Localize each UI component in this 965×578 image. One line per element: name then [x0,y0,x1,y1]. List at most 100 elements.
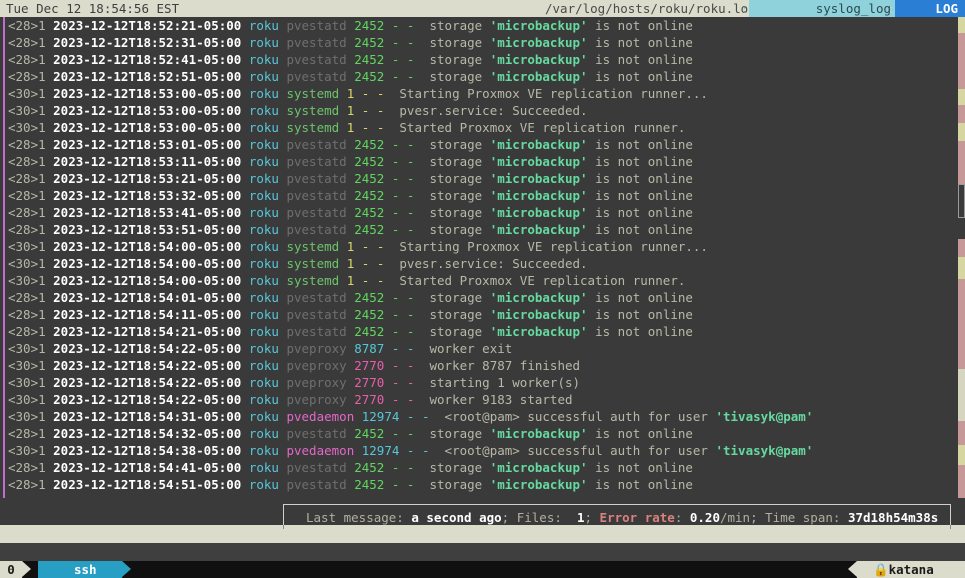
log-timestamp: 2023-12-12T18:54:41-05:00 [53,460,242,475]
error-rate-value: 0.20 [689,510,720,525]
log-space-1 [241,69,249,84]
log-row[interactable]: <28>1 2023-12-12T18:53:21-05:00 roku pve… [0,170,965,187]
log-message-pre: storage [414,307,490,322]
hint-bar: restored session from 6 minutes ago; pre… [0,543,965,577]
log-format-indicator[interactable]: syslog_log [749,0,895,17]
log-space-1 [241,256,249,271]
log-space-4 [384,324,392,339]
log-space-4 [354,120,362,135]
log-priority: <28>1 [8,18,54,33]
log-pid: 2452 [354,426,385,441]
scrollbar-mark [958,465,965,498]
log-message-pre: storage [414,460,490,475]
log-hostname: roku [248,375,279,390]
log-process-name: pvestatd [286,154,347,169]
log-row[interactable]: <28>1 2023-12-12T18:54:32-05:00 roku pve… [0,425,965,442]
log-pid: 2770 [354,392,385,407]
log-structured-data-sep: - - [391,307,415,322]
log-row[interactable]: <28>1 2023-12-12T18:52:51-05:00 roku pve… [0,68,965,85]
log-process-name: pvestatd [286,477,347,492]
log-structured-data-sep: - - [406,409,430,424]
log-hostname: roku [248,120,279,135]
log-timestamp: 2023-12-12T18:54:11-05:00 [53,307,242,322]
log-row[interactable]: <28>1 2023-12-12T18:53:51-05:00 roku pve… [0,221,965,238]
lnav-bottom-status-bar: L534770 100% 0 hits ?:View Help [0,525,965,543]
log-message-pre: starting 1 worker(s) [414,375,581,390]
log-process-name: pvestatd [286,137,347,152]
log-priority: <30>1 [8,120,54,135]
log-structured-data-sep: - - [391,154,415,169]
log-process-name: systemd [286,273,340,288]
log-row[interactable]: <28>1 2023-12-12T18:53:32-05:00 roku pve… [0,187,965,204]
log-hostname: roku [248,409,279,424]
log-process-name: pvestatd [286,307,347,322]
log-structured-data-sep: - - [361,86,385,101]
log-space-3 [339,256,347,271]
log-message-pre: Started Proxmox VE replication runner. [384,120,686,135]
log-space-1 [241,18,249,33]
scrollbar-mark [958,239,965,257]
log-row[interactable]: <28>1 2023-12-12T18:52:21-05:00 roku pve… [0,17,965,34]
view-mode-badge[interactable]: LOG [895,0,965,17]
log-row[interactable]: <28>1 2023-12-12T18:52:31-05:00 roku pve… [0,34,965,51]
summary-sep-3: ; [750,510,766,525]
log-row[interactable]: <30>1 2023-12-12T18:54:22-05:00 roku pve… [0,374,965,391]
log-row[interactable]: <30>1 2023-12-12T18:53:00-05:00 roku sys… [0,119,965,136]
log-message-highlight: 'microbackup' [489,35,588,50]
log-process-name: pvestatd [286,18,347,33]
log-space-1 [241,358,249,373]
log-row[interactable]: <30>1 2023-12-12T18:53:00-05:00 roku sys… [0,102,965,119]
log-space-4 [384,341,392,356]
log-space-3 [339,86,347,101]
log-row[interactable]: <28>1 2023-12-12T18:54:01-05:00 roku pve… [0,289,965,306]
log-message-pre: storage [414,52,490,67]
log-pid: 2452 [354,154,385,169]
log-row[interactable]: <28>1 2023-12-12T18:54:51-05:00 roku pve… [0,476,965,493]
log-scrollbar[interactable] [958,17,965,498]
log-hostname: roku [248,154,279,169]
log-message-post: is not online [587,426,693,441]
log-message-list[interactable]: <28>1 2023-12-12T18:52:21-05:00 roku pve… [0,17,965,498]
log-message-highlight: 'microbackup' [489,137,588,152]
log-level-gutter [3,17,5,498]
log-row[interactable]: <28>1 2023-12-12T18:54:21-05:00 roku pve… [0,323,965,340]
tmux-session-id[interactable]: 0 [0,561,22,578]
log-message-post: is not online [587,137,693,152]
scrollbar-mark [958,369,965,421]
log-pid: 2452 [354,307,385,322]
log-row[interactable]: <30>1 2023-12-12T18:54:22-05:00 roku pve… [0,391,965,408]
log-row[interactable]: <30>1 2023-12-12T18:54:00-05:00 roku sys… [0,272,965,289]
log-row[interactable]: <28>1 2023-12-12T18:53:11-05:00 roku pve… [0,153,965,170]
log-row[interactable]: <30>1 2023-12-12T18:53:00-05:00 roku sys… [0,85,965,102]
log-priority: <30>1 [8,443,54,458]
log-priority: <30>1 [8,375,54,390]
log-space-4 [384,69,392,84]
log-structured-data-sep: - - [391,358,415,373]
log-pid: 2770 [354,358,385,373]
log-structured-data-sep: - - [391,477,415,492]
log-pid: 2452 [354,324,385,339]
log-row[interactable]: <30>1 2023-12-12T18:54:00-05:00 roku sys… [0,255,965,272]
scrollbar-mark [958,33,965,89]
log-row[interactable]: <28>1 2023-12-12T18:53:41-05:00 roku pve… [0,204,965,221]
scrollbar-thumb[interactable] [958,184,965,218]
log-file-path[interactable]: /var/log/hosts/roku/roku.log [545,0,756,17]
log-row[interactable]: <30>1 2023-12-12T18:54:31-05:00 roku pve… [0,408,965,425]
log-row[interactable]: <30>1 2023-12-12T18:54:22-05:00 roku pve… [0,357,965,374]
log-space-1 [241,222,249,237]
log-row[interactable]: <28>1 2023-12-12T18:54:11-05:00 roku pve… [0,306,965,323]
log-row[interactable]: <28>1 2023-12-12T18:54:41-05:00 roku pve… [0,459,965,476]
log-row[interactable]: <30>1 2023-12-12T18:54:00-05:00 roku sys… [0,238,965,255]
tmux-hostname-segment: 🔒katana [857,561,965,578]
log-row[interactable]: <30>1 2023-12-12T18:54:38-05:00 roku pve… [0,442,965,459]
log-message-pre: Starting Proxmox VE replication runner..… [384,239,708,254]
log-timestamp: 2023-12-12T18:53:00-05:00 [53,86,242,101]
log-row[interactable]: <30>1 2023-12-12T18:54:22-05:00 roku pve… [0,340,965,357]
log-row[interactable]: <28>1 2023-12-12T18:53:01-05:00 roku pve… [0,136,965,153]
log-structured-data-sep: - - [391,171,415,186]
log-message-pre: worker exit [414,341,513,356]
scrollbar-mark [958,17,965,33]
log-row[interactable]: <28>1 2023-12-12T18:52:41-05:00 roku pve… [0,51,965,68]
log-timestamp: 2023-12-12T18:54:38-05:00 [53,443,242,458]
log-message-pre: pvesr.service: Succeeded. [384,256,588,271]
